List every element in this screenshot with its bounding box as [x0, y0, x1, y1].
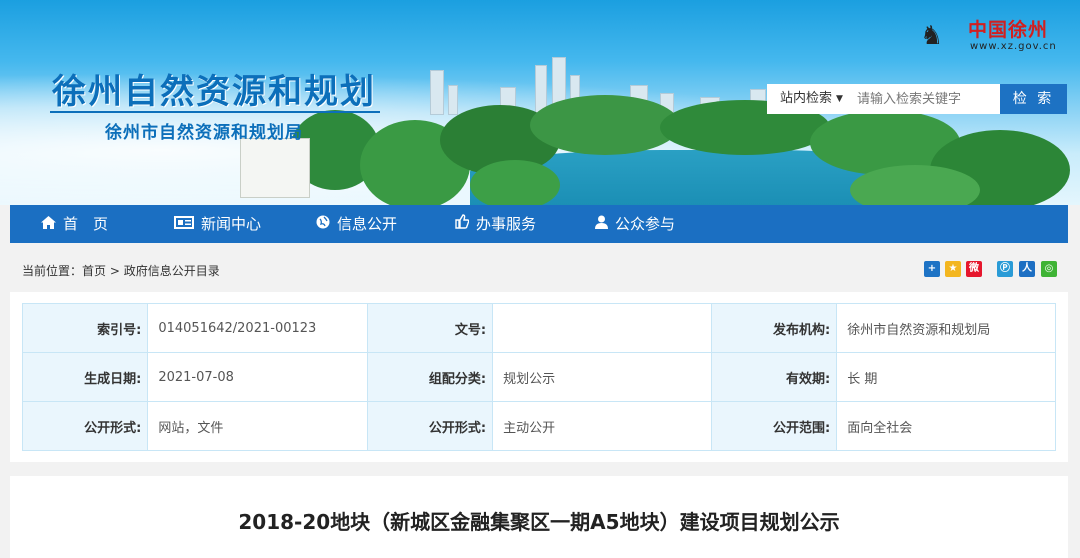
- info-key: 公开形式:: [21, 401, 149, 451]
- breadcrumb-home-link[interactable]: 首页: [82, 264, 106, 278]
- building-image: [240, 138, 310, 198]
- nav-item-services[interactable]: 办事服务: [455, 205, 536, 243]
- wechat-icon[interactable]: ◎: [1041, 261, 1057, 277]
- article-container: 2018-20地块（新城区金融集聚区一期A5地块）建设项目规划公示: [10, 476, 1068, 558]
- nav-label: 办事服务: [476, 215, 537, 233]
- info-value: 014051642/2021-00123: [147, 303, 368, 353]
- breadcrumb-current[interactable]: 政府信息公开目录: [124, 264, 220, 278]
- info-key: 生成日期:: [21, 352, 149, 402]
- table-row: 公开形式: 网站，文件 公开形式: 主动公开 公开范围: 面向全社会: [21, 401, 1056, 451]
- nav-item-news[interactable]: 新闻中心: [174, 205, 261, 243]
- breadcrumb-separator: >: [109, 264, 120, 278]
- search-button[interactable]: 检 索: [1000, 84, 1067, 114]
- info-value: 长 期: [836, 352, 1056, 402]
- nav-label: 信息公开: [337, 215, 398, 233]
- info-value: 规划公示: [492, 352, 712, 402]
- home-icon: [41, 206, 56, 244]
- nav-label: 新闻中心: [201, 215, 262, 233]
- search-scope-select[interactable]: 站内检索 ▼: [767, 84, 851, 114]
- nav-item-public-participation[interactable]: 公众参与: [595, 205, 675, 243]
- info-value: 徐州市自然资源和规划局: [836, 303, 1056, 353]
- info-key: 索引号:: [21, 303, 149, 353]
- info-key: 有效期:: [710, 352, 838, 402]
- info-value: [492, 303, 712, 353]
- main-nav: 首 页 新闻中心 信息公开 办事服务 公众参与: [10, 205, 1068, 243]
- horse-chariot-icon: ♞: [920, 21, 944, 51]
- info-key: 公开范围:: [710, 401, 838, 451]
- globe-icon: [316, 206, 330, 244]
- title-divider: [50, 111, 380, 113]
- document-info-table: 索引号: 014051642/2021-00123 文号: 发布机构: 徐州市自…: [21, 303, 1056, 451]
- caret-down-icon: ▼: [836, 94, 843, 104]
- info-key: 文号:: [366, 303, 494, 353]
- nav-label: 公众参与: [615, 215, 676, 233]
- info-value: 面向全社会: [836, 401, 1056, 451]
- info-value: 主动公开: [492, 401, 712, 451]
- info-key: 公开形式:: [366, 401, 494, 451]
- share-plus-icon[interactable]: +: [924, 261, 940, 277]
- renren-icon[interactable]: 人: [1019, 261, 1035, 277]
- qzone-icon[interactable]: ★: [945, 261, 961, 277]
- weibo-icon[interactable]: 微: [966, 261, 982, 277]
- table-row: 生成日期: 2021-07-08 组配分类: 规划公示 有效期: 长 期: [21, 352, 1056, 402]
- site-title: 徐州自然资源和规划: [52, 72, 376, 112]
- search-input[interactable]: [851, 84, 1000, 114]
- search-scope-label: 站内检索: [780, 91, 833, 106]
- user-icon: [595, 206, 608, 244]
- info-key: 发布机构:: [710, 303, 838, 353]
- header-banner: 徐州自然资源和规划 徐州市自然资源和规划局 ♞ 中国徐州 www.xz.gov.…: [0, 0, 1080, 205]
- nav-label: 首 页: [63, 215, 109, 233]
- article-title: 2018-20地块（新城区金融集聚区一期A5地块）建设项目规划公示: [238, 510, 840, 534]
- info-key: 组配分类:: [366, 352, 494, 402]
- info-value: 2021-07-08: [147, 352, 368, 402]
- info-panel: 索引号: 014051642/2021-00123 文号: 发布机构: 徐州市自…: [10, 292, 1068, 462]
- search-bar: 站内检索 ▼ 检 索: [767, 84, 1067, 114]
- breadcrumb-prefix: 当前位置：: [22, 264, 83, 278]
- nav-item-home[interactable]: 首 页: [41, 205, 108, 243]
- tencent-weibo-icon[interactable]: Ⓟ: [997, 261, 1013, 277]
- info-value: 网站，文件: [147, 401, 368, 451]
- logo-url: www.xz.gov.cn: [970, 41, 1057, 52]
- table-row: 索引号: 014051642/2021-00123 文号: 发布机构: 徐州市自…: [21, 303, 1056, 353]
- site-subtitle: 徐州市自然资源和规划局: [105, 123, 303, 143]
- nav-item-info-disclosure[interactable]: 信息公开: [316, 205, 397, 243]
- thumbs-up-icon: [455, 206, 470, 244]
- news-icon: [174, 206, 194, 244]
- breadcrumb: 当前位置：首页 > 政府信息公开目录: [22, 262, 220, 279]
- logo-text: 中国徐州: [968, 19, 1049, 41]
- china-xuzhou-logo[interactable]: ♞ 中国徐州 www.xz.gov.cn: [920, 15, 1065, 55]
